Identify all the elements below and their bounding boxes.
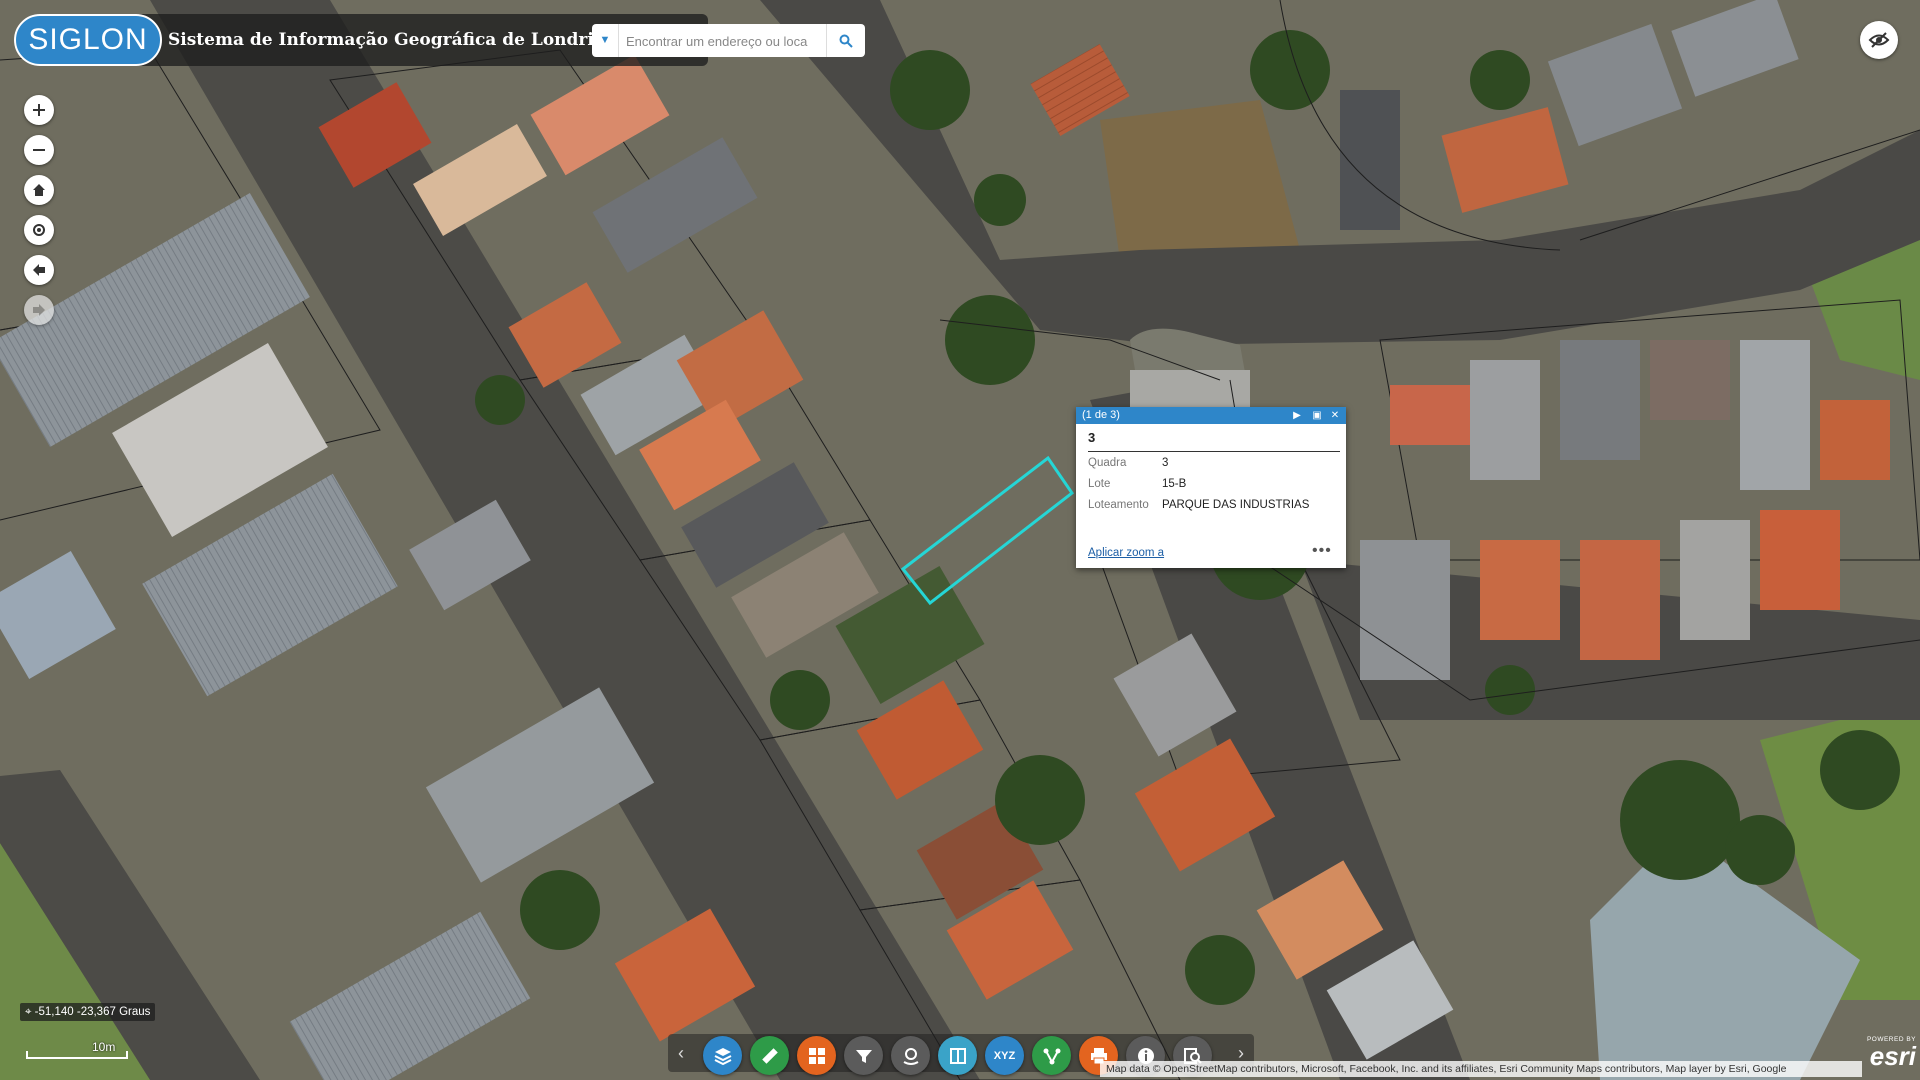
attribute-value: 3 xyxy=(1162,457,1169,469)
siglon-logo[interactable]: SIGLON xyxy=(14,14,162,66)
coordinate-value: -51,140 -23,367 Graus xyxy=(34,1006,151,1018)
zoom-in-button[interactable] xyxy=(24,95,54,125)
measure-icon xyxy=(761,1047,778,1064)
search-icon xyxy=(839,34,853,48)
minus-icon xyxy=(33,149,45,151)
maximize-icon: ▣ xyxy=(1312,410,1322,421)
zoom-out-button[interactable] xyxy=(24,135,54,165)
popup-title: 3 xyxy=(1088,430,1340,452)
arrow-left-icon xyxy=(33,264,45,276)
next-feature-button[interactable]: ▶ xyxy=(1290,407,1304,424)
play-icon: ▶ xyxy=(1293,410,1301,421)
toolbar-prev-button[interactable]: ‹ xyxy=(668,1034,694,1072)
chevron-right-icon: › xyxy=(1238,1043,1244,1063)
home-button[interactable] xyxy=(24,175,54,205)
feature-popup: (1 de 3) ▶ ▣ ✕ 3 Quadra 3 Lote 15-B Lote… xyxy=(1076,407,1346,568)
app-title: Sistema de Informação Geográfica de Lond… xyxy=(168,30,618,50)
attribute-row: Quadra 3 xyxy=(1088,452,1346,473)
network-icon xyxy=(1043,1048,1060,1064)
popup-header: (1 de 3) ▶ ▣ ✕ xyxy=(1076,407,1346,424)
crosshair-icon: ⌖ xyxy=(25,1006,35,1018)
filter-button[interactable] xyxy=(844,1036,883,1075)
attribute-label: Lote xyxy=(1088,478,1111,490)
arrow-right-icon xyxy=(33,304,45,316)
swipe-icon xyxy=(949,1047,966,1064)
swipe-button[interactable] xyxy=(938,1036,977,1075)
plus-icon xyxy=(33,104,45,116)
search-source-dropdown[interactable]: ▼ xyxy=(592,24,619,57)
maximize-button[interactable]: ▣ xyxy=(1310,407,1324,424)
search-widget: ▼ xyxy=(592,24,865,57)
attribute-label: Quadra xyxy=(1088,457,1127,469)
xyz-icon: XYZ xyxy=(993,1049,1016,1062)
measure-button[interactable] xyxy=(750,1036,789,1075)
close-icon: ✕ xyxy=(1330,410,1340,421)
popup-counter: (1 de 3) xyxy=(1082,409,1120,421)
previous-extent-button[interactable] xyxy=(24,255,54,285)
esri-logo[interactable]: POWERED BY esri xyxy=(1852,1036,1916,1076)
map-canvas[interactable] xyxy=(0,0,1920,1080)
eye-off-icon xyxy=(1868,32,1890,48)
layers-button[interactable] xyxy=(703,1036,742,1075)
esri-wordmark: esri xyxy=(1869,1041,1916,1071)
filter-icon xyxy=(855,1049,872,1063)
network-button[interactable] xyxy=(1032,1036,1071,1075)
home-icon xyxy=(33,184,45,196)
more-actions-button[interactable]: ••• xyxy=(1312,542,1332,560)
layers-icon xyxy=(714,1047,731,1065)
scale-label: 10m xyxy=(92,1040,116,1054)
basemap-gallery-button[interactable] xyxy=(797,1036,836,1075)
search-input[interactable] xyxy=(624,28,824,54)
xyz-button[interactable]: XYZ xyxy=(985,1036,1024,1075)
location-icon xyxy=(903,1047,918,1065)
attribute-value: PARQUE DAS INDUSTRIAS xyxy=(1162,499,1310,511)
my-location-button[interactable] xyxy=(24,215,54,245)
chevron-down-icon: ▼ xyxy=(599,34,611,46)
basemap-gallery-icon xyxy=(808,1047,825,1064)
close-popup-button[interactable]: ✕ xyxy=(1328,407,1342,424)
attribute-label: Loteamento xyxy=(1088,499,1149,511)
next-extent-button[interactable] xyxy=(24,295,54,325)
chevron-left-icon: ‹ xyxy=(678,1043,684,1063)
attribute-value: 15-B xyxy=(1162,478,1187,490)
locate-icon xyxy=(33,224,45,236)
location-button[interactable] xyxy=(891,1036,930,1075)
zoom-to-link[interactable]: Aplicar zoom a xyxy=(1088,547,1164,559)
attribute-row: Lote 15-B xyxy=(1088,473,1346,494)
attribute-row: Loteamento PARQUE DAS INDUSTRIAS xyxy=(1088,494,1346,515)
map-attribution: Map data © OpenStreetMap contributors, M… xyxy=(1100,1061,1862,1077)
toggle-visibility-button[interactable] xyxy=(1860,21,1898,59)
search-button[interactable] xyxy=(826,24,865,57)
coordinate-display[interactable]: ⌖ -51,140 -23,367 Graus xyxy=(20,1003,156,1021)
